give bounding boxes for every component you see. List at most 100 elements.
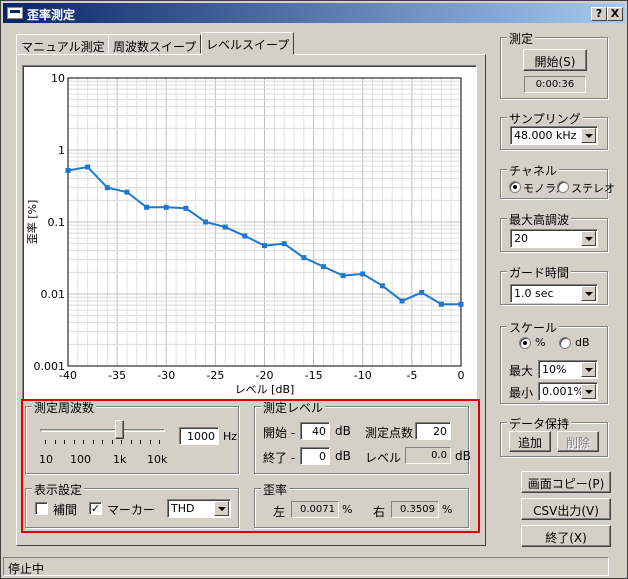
start-db-unit: dB	[335, 424, 351, 438]
delete-data-button[interactable]: 削除	[557, 431, 599, 452]
chevron-down-icon[interactable]	[581, 286, 596, 301]
left-label: 左	[273, 505, 286, 519]
guard-group: ガード時間 1.0 sec	[500, 264, 608, 305]
level-label: レベル	[365, 451, 402, 465]
end-level-input[interactable]: 0	[300, 447, 330, 465]
slider-tick-mark	[92, 440, 94, 444]
scale-group: スケール % dB 最大 10% 最小 0.001%	[500, 319, 608, 404]
slider-tick-mark	[149, 440, 151, 444]
end-db-unit: dB	[335, 449, 351, 463]
start-level-input[interactable]: 40	[300, 422, 330, 440]
distortion-label: 歪率	[261, 481, 290, 498]
freq-input[interactable]: 1000	[179, 427, 219, 445]
mode-value: THD	[171, 502, 195, 515]
chevron-down-icon[interactable]	[214, 501, 229, 516]
measure-level-label: 測定レベル	[261, 399, 326, 416]
stereo-radio[interactable]	[557, 181, 569, 193]
data-point	[183, 205, 189, 211]
start-button[interactable]: 開始(S)	[523, 49, 587, 71]
tab-freq-sweep[interactable]: 周波数スイープ	[108, 34, 202, 54]
level-readout-unit: dB	[455, 449, 471, 463]
x-tick-label: 0	[458, 369, 465, 382]
marker-checkbox[interactable]: ✓	[89, 502, 102, 515]
data-hold-label: データ保持	[507, 415, 572, 432]
scale-max-value: 10%	[542, 363, 567, 376]
tab-panel: -40 -35 -30 -25 -20 -15 -10 -5 0 10 1 0.1 0.01 0.001 レ…	[16, 54, 486, 546]
guard-select[interactable]: 1.0 sec	[510, 284, 598, 303]
y-axis-label: 歪率 [%]	[25, 200, 39, 245]
chevron-down-icon[interactable]	[581, 231, 596, 246]
x-tick-label: -20	[256, 369, 274, 382]
slider-tick-10k: 10k	[147, 453, 168, 466]
data-point	[399, 298, 405, 304]
chevron-down-icon[interactable]	[581, 128, 596, 143]
chevron-down-icon[interactable]	[581, 384, 596, 399]
sampling-label: サンプリング	[507, 110, 583, 127]
x-tick-label: -30	[157, 369, 175, 382]
data-point	[419, 289, 425, 295]
harmonic-select[interactable]: 20	[510, 229, 598, 248]
data-point	[458, 301, 464, 307]
help-button[interactable]: ?	[591, 7, 607, 21]
data-point	[222, 224, 228, 230]
freq-slider-track[interactable]	[40, 429, 165, 432]
measure-freq-label: 測定周波数	[32, 399, 97, 416]
level-readout: 0.0	[405, 447, 451, 464]
points-input[interactable]: 20	[415, 422, 451, 440]
left-unit: %	[342, 503, 353, 516]
data-point	[340, 273, 346, 279]
freq-slider-thumb[interactable]	[114, 420, 124, 439]
close-button[interactable]: X	[607, 7, 623, 21]
measure-group: 測定 開始(S) 0:00:36	[500, 30, 608, 99]
tab-manual[interactable]: マニュアル測定	[16, 34, 110, 54]
freq-unit: Hz	[223, 430, 238, 443]
sampling-select[interactable]: 48.000 kHz	[510, 126, 598, 145]
x-tick-label: -15	[305, 369, 323, 382]
guard-value: 1.0 sec	[514, 287, 554, 300]
mode-select[interactable]: THD	[167, 499, 231, 518]
guard-label: ガード時間	[507, 264, 572, 281]
mono-radio[interactable]	[509, 181, 521, 193]
slider-tick-mark	[73, 440, 75, 444]
data-point	[203, 219, 209, 225]
elapsed-time: 0:00:36	[524, 76, 586, 93]
x-tick-label: -35	[108, 369, 126, 382]
data-hold-group: データ保持 追加 削除	[500, 415, 608, 457]
data-point	[124, 189, 130, 195]
harmonic-group: 最大高調波 20	[500, 211, 608, 252]
data-point	[242, 233, 248, 239]
scale-pct-radio[interactable]	[519, 337, 531, 349]
sampling-group: サンプリング 48.000 kHz	[500, 110, 608, 150]
slider-tick-10: 10	[39, 453, 53, 466]
screen-copy-button[interactable]: 画面コピー(P)	[521, 471, 611, 493]
data-point	[144, 204, 150, 210]
channel-group: チャネル モノラル ステレオ	[500, 162, 615, 199]
stereo-label: ステレオ	[571, 182, 615, 195]
slider-tick-mark	[111, 440, 113, 444]
scale-max-label: 最大	[509, 364, 534, 378]
slider-tick-mark	[64, 440, 65, 444]
scale-min-select[interactable]: 0.001%	[538, 382, 598, 401]
end-label: 終了 -	[263, 451, 296, 465]
slider-tick-mark	[130, 440, 132, 444]
exit-button[interactable]: 終了(X)	[521, 525, 611, 547]
slider-tick-mark	[54, 440, 56, 444]
data-point	[301, 255, 307, 261]
interp-checkbox[interactable]	[35, 502, 48, 515]
display-group: 表示設定 補間 ✓ マーカー THD	[25, 481, 239, 528]
x-tick-label: -25	[206, 369, 224, 382]
scale-pct-label: %	[535, 336, 546, 349]
scale-db-radio[interactable]	[559, 337, 571, 349]
tab-level-sweep[interactable]: レベルスイープ	[201, 32, 295, 55]
csv-export-button[interactable]: CSV出力(V)	[521, 498, 611, 520]
measure-level-group: 測定レベル 開始 - 40 dB 測定点数 20 終了 - 0 dB レベル 0…	[254, 399, 471, 474]
add-data-button[interactable]: 追加	[509, 431, 551, 452]
chevron-down-icon[interactable]	[581, 362, 596, 377]
scale-max-select[interactable]: 10%	[538, 360, 598, 379]
x-tick-label: -10	[354, 369, 372, 382]
y-tick-label: 0.001	[34, 360, 66, 373]
resize-grip[interactable]	[611, 559, 625, 575]
data-point	[379, 283, 385, 289]
distortion-group: 歪率 左 0.0071 % 右 0.3509 %	[254, 481, 469, 528]
slider-tick-mark	[159, 440, 160, 444]
